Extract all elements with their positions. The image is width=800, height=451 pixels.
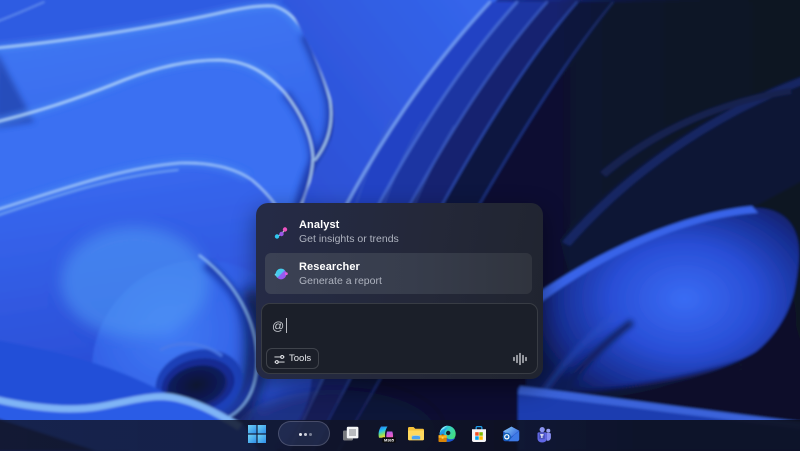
svg-text:M365: M365 xyxy=(384,438,395,443)
